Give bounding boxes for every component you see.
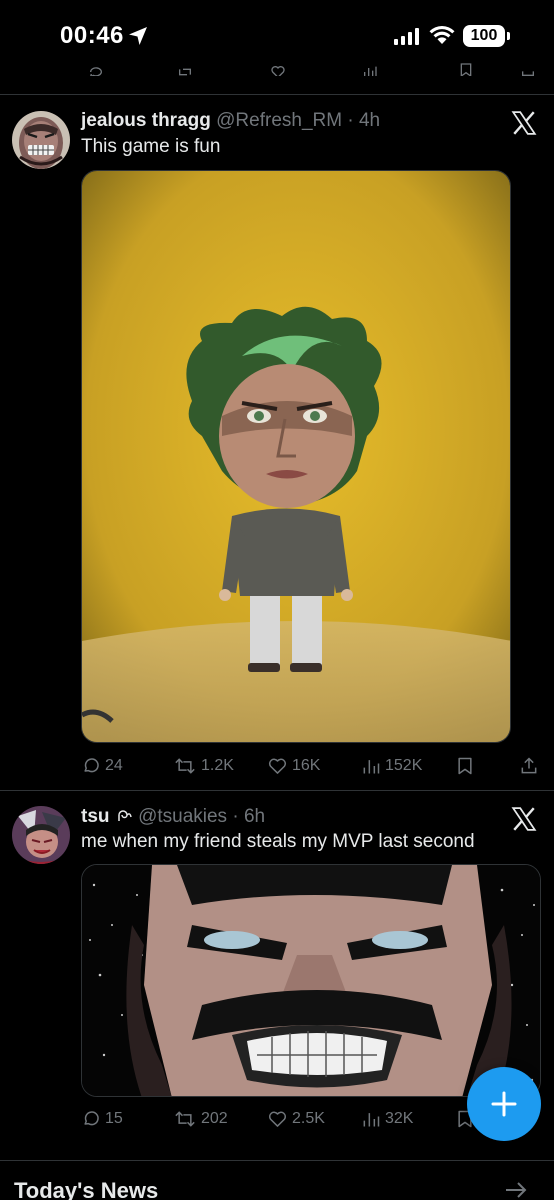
tweet-header: tsu @tsuakies · 6h	[81, 806, 265, 828]
divider	[0, 1160, 554, 1161]
section-title: Today's News	[14, 1178, 159, 1200]
retweet-button[interactable]: 202	[173, 1109, 228, 1129]
plus-icon	[491, 1091, 517, 1117]
separator-dot: ·	[227, 806, 244, 827]
swirl-emoji-icon	[118, 810, 132, 821]
reply-count: 15	[105, 1110, 123, 1127]
tweet-media-image[interactable]	[81, 864, 541, 1097]
tweet-text: me when my friend steals my MVP last sec…	[81, 831, 475, 852]
view-count: 32K	[385, 1110, 414, 1127]
avatar[interactable]	[12, 806, 70, 864]
x-logo-icon	[511, 807, 537, 831]
arrow-right-icon[interactable]	[504, 1180, 528, 1200]
like-button[interactable]: 2.5K	[267, 1109, 325, 1129]
tweet[interactable]: tsu @tsuakies · 6h me when my friend ste…	[0, 0, 554, 1160]
user-handle[interactable]: @tsuakies	[138, 806, 227, 827]
compose-button[interactable]	[467, 1067, 541, 1141]
like-count: 2.5K	[292, 1110, 325, 1127]
reply-button[interactable]: 15	[81, 1109, 123, 1129]
tweet-age: 6h	[243, 806, 266, 827]
views-button[interactable]: 32K	[361, 1109, 413, 1129]
retweet-count: 202	[201, 1110, 228, 1127]
reply-icon	[84, 1111, 99, 1126]
heart-icon	[268, 1111, 287, 1127]
retweet-icon	[175, 1111, 195, 1127]
views-icon	[363, 1113, 380, 1127]
display-name[interactable]: tsu	[81, 806, 110, 827]
